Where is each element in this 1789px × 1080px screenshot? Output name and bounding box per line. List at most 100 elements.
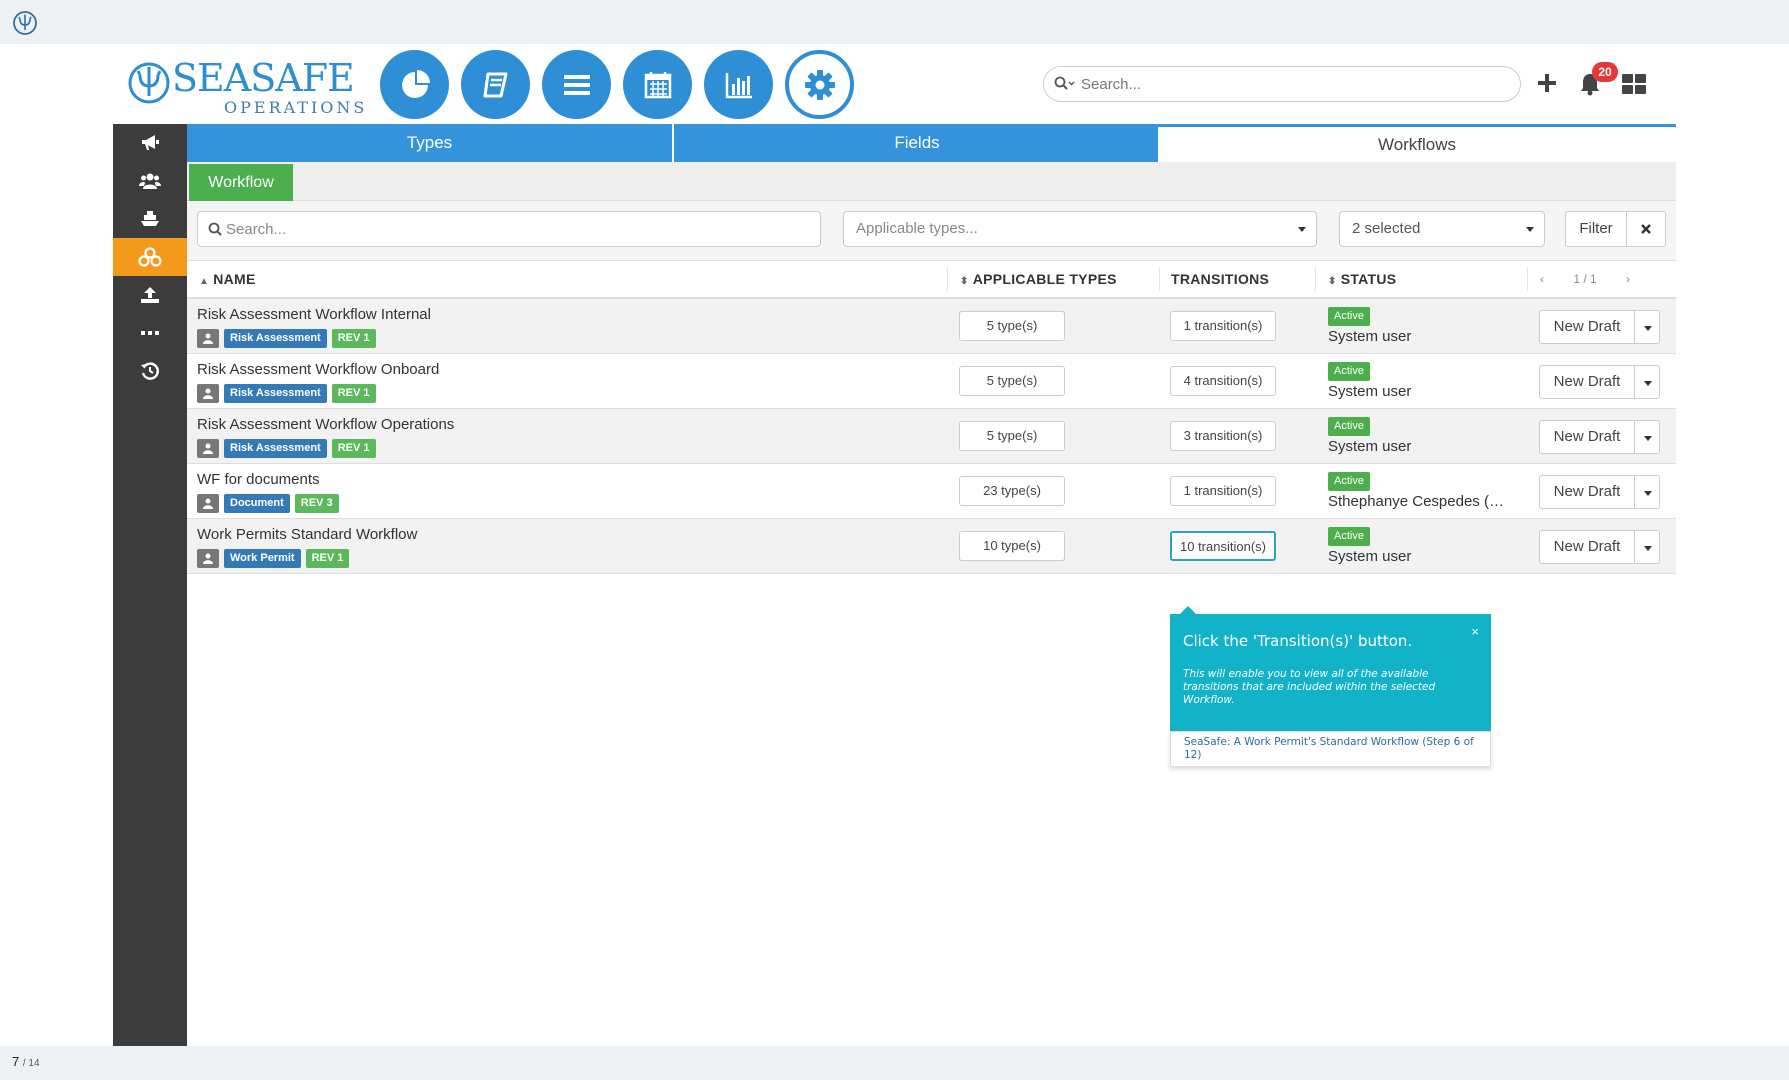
tab-types[interactable]: Types xyxy=(187,124,674,162)
subtab-bar: Workflow xyxy=(187,162,1676,201)
sidebar-item-announcements[interactable] xyxy=(113,124,187,162)
column-header-status[interactable]: ⬍ STATUS xyxy=(1328,261,1396,297)
sidebar-item-upload[interactable] xyxy=(113,276,187,314)
calendar-icon xyxy=(644,71,671,98)
seasafe-logo-icon xyxy=(13,11,37,35)
tooltip-step-label: SeaSafe: A Work Permit's Standard Workfl… xyxy=(1184,736,1474,761)
column-header-types[interactable]: ⬍ APPLICABLE TYPES xyxy=(960,261,1117,297)
transitions-button-highlighted[interactable]: 10 transition(s) xyxy=(1170,531,1276,561)
next-page-button[interactable]: › xyxy=(1613,272,1643,286)
new-draft-button[interactable]: New Draft xyxy=(1539,310,1635,344)
applicable-types-select[interactable]: Applicable types... xyxy=(843,211,1317,247)
workflow-search[interactable] xyxy=(197,211,821,247)
status-badge: Active xyxy=(1328,417,1370,436)
nav-dashboard-button[interactable] xyxy=(380,50,449,119)
sort-icon: ⬍ xyxy=(960,276,969,287)
workflow-name[interactable]: Risk Assessment Workflow Internal xyxy=(197,306,431,323)
table-row: Risk Assessment Workflow Internal Risk A… xyxy=(187,299,1676,354)
applicable-types-button[interactable]: 10 type(s) xyxy=(959,531,1065,561)
tooltip-body: × Click the 'Transition(s)' button. This… xyxy=(1170,614,1491,731)
status-user: System user xyxy=(1328,548,1412,565)
new-draft-button[interactable]: New Draft xyxy=(1539,475,1635,509)
applicable-types-button[interactable]: 23 type(s) xyxy=(959,476,1065,506)
bar-chart-icon xyxy=(725,72,752,98)
chevron-down-icon[interactable] xyxy=(1634,310,1660,344)
chevron-down-icon[interactable] xyxy=(1634,365,1660,399)
sidebar-item-history[interactable] xyxy=(113,352,187,390)
nav-list-button[interactable] xyxy=(542,50,611,119)
applicable-types-button[interactable]: 5 type(s) xyxy=(959,421,1065,451)
table-header: ▲ NAME ⬍ APPLICABLE TYPES TRANSITIONS ⬍ STA… xyxy=(187,261,1676,299)
status-badge: Active xyxy=(1328,362,1370,381)
workflow-name[interactable]: Risk Assessment Workflow Onboard xyxy=(197,361,439,378)
revision-tag: REV 1 xyxy=(331,384,376,403)
status-badge: Active xyxy=(1328,527,1370,546)
revision-tag: REV 1 xyxy=(331,329,376,348)
sidebar-item-vessels[interactable] xyxy=(113,200,187,238)
type-tag: Risk Assessment xyxy=(224,384,327,403)
megaphone-icon xyxy=(142,135,159,150)
clear-filter-button[interactable] xyxy=(1626,211,1666,247)
column-header-types-label: APPLICABLE TYPES xyxy=(972,271,1117,287)
table-row: Work Permits Standard Workflow Work Perm… xyxy=(187,519,1676,574)
applicable-types-button[interactable]: 5 type(s) xyxy=(959,311,1065,341)
tab-fields[interactable]: Fields xyxy=(676,124,1158,162)
table-row: WF for documents Document REV 3 23 type(… xyxy=(187,464,1676,519)
transitions-button[interactable]: 3 transition(s) xyxy=(1170,421,1276,451)
prev-page-button[interactable]: ‹ xyxy=(1527,272,1557,286)
notification-count-badge: 20 xyxy=(1592,62,1618,82)
transitions-button[interactable]: 1 transition(s) xyxy=(1170,311,1276,341)
nav-reports-button[interactable] xyxy=(704,50,773,119)
applicable-types-button[interactable]: 5 type(s) xyxy=(959,366,1065,396)
workflow-name[interactable]: Risk Assessment Workflow Operations xyxy=(197,416,454,433)
add-icon[interactable] xyxy=(1536,72,1558,94)
transitions-button[interactable]: 1 transition(s) xyxy=(1170,476,1276,506)
transitions-button[interactable]: 4 transition(s) xyxy=(1170,366,1276,396)
main-content: Types Fields Workflows Workflow Applicab… xyxy=(187,124,1676,1048)
sidebar-item-more[interactable] xyxy=(113,314,187,352)
sidebar-item-workflows[interactable] xyxy=(113,238,187,276)
new-draft-button[interactable]: New Draft xyxy=(1539,530,1635,564)
sidebar-item-users[interactable] xyxy=(113,162,187,200)
tab-workflows[interactable]: Workflows xyxy=(1158,124,1676,162)
step-total: / 14 xyxy=(22,1058,40,1069)
tooltip-close-button[interactable]: × xyxy=(1471,624,1479,639)
column-divider xyxy=(1159,267,1160,291)
column-header-name[interactable]: ▲ NAME xyxy=(199,261,256,297)
nav-calendar-button[interactable] xyxy=(623,50,692,119)
new-draft-button[interactable]: New Draft xyxy=(1539,365,1635,399)
global-search[interactable] xyxy=(1043,66,1521,102)
subtab-workflow[interactable]: Workflow xyxy=(189,164,293,201)
ship-icon xyxy=(141,211,159,226)
header: SEASAFE OPERATIONS Search... 20 xyxy=(0,44,1789,123)
status-user: System user xyxy=(1328,383,1412,400)
status-select-value: 2 selected xyxy=(1352,220,1421,237)
workflow-search-input[interactable] xyxy=(226,218,806,240)
status-user: Sthephanye Cespedes (C... xyxy=(1328,493,1508,510)
status-select[interactable]: 2 selected xyxy=(1339,211,1545,247)
apps-grid-icon[interactable] xyxy=(1622,74,1646,94)
type-tag: Work Permit xyxy=(224,549,301,568)
chevron-down-icon[interactable] xyxy=(1634,420,1660,454)
new-draft-button[interactable]: New Draft xyxy=(1539,420,1635,454)
tab-bar: Types Fields Workflows xyxy=(187,124,1676,162)
chevron-down-icon[interactable] xyxy=(1634,475,1660,509)
step-counter: 7 / 14 xyxy=(12,1054,40,1069)
filter-bar: Applicable types... 2 selected Filter xyxy=(187,201,1676,261)
upload-icon xyxy=(141,287,159,303)
menu-lines-icon xyxy=(563,74,590,95)
chevron-down-icon[interactable] xyxy=(1634,530,1660,564)
table-row: Risk Assessment Workflow Onboard Risk As… xyxy=(187,354,1676,409)
nav-settings-button[interactable] xyxy=(785,50,854,119)
users-icon xyxy=(139,173,161,189)
filter-button[interactable]: Filter xyxy=(1565,211,1627,247)
workflow-tags: Risk Assessment REV 1 xyxy=(197,439,376,458)
workflow-name[interactable]: Work Permits Standard Workflow xyxy=(197,526,417,543)
sort-asc-icon: ▲ xyxy=(199,276,210,287)
column-header-name-label: NAME xyxy=(213,271,256,287)
brand-logo[interactable]: SEASAFE OPERATIONS xyxy=(128,54,364,117)
nav-documents-button[interactable] xyxy=(461,50,530,119)
search-icon xyxy=(1054,76,1075,90)
workflow-name[interactable]: WF for documents xyxy=(197,471,320,488)
global-search-input[interactable] xyxy=(1081,73,1501,95)
